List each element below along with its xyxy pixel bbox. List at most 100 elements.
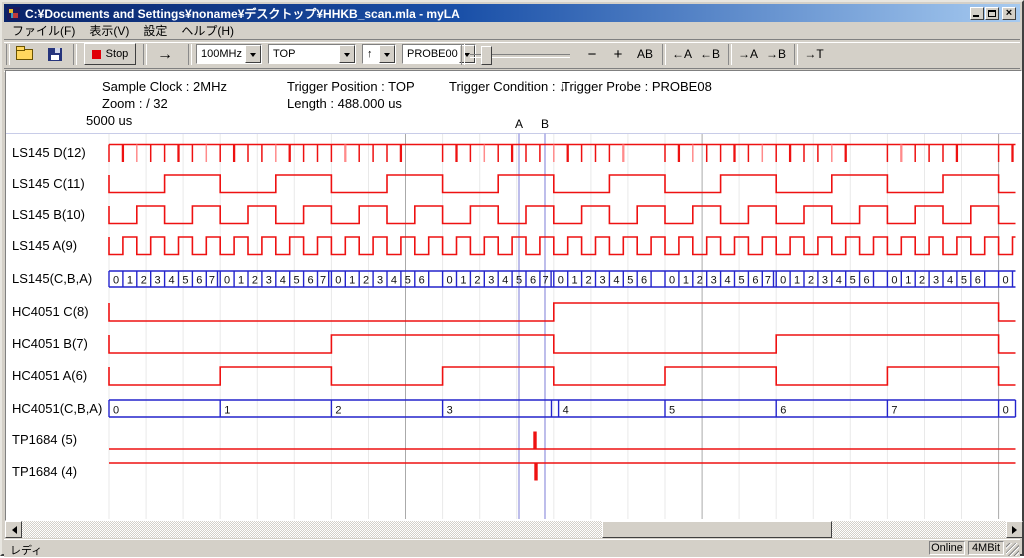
clock-combo[interactable]: 100MHz	[196, 44, 262, 64]
svg-text:4: 4	[168, 275, 174, 287]
goto-cursor-a-right-button[interactable]: →A	[734, 44, 762, 65]
close-button[interactable]: ×	[1002, 7, 1016, 20]
toolbar-grip	[6, 44, 10, 65]
divider	[73, 44, 77, 65]
save-floppy-icon	[48, 48, 62, 61]
svg-text:1: 1	[460, 275, 466, 287]
svg-text:4: 4	[725, 275, 731, 287]
svg-text:7: 7	[891, 405, 897, 417]
svg-text:4: 4	[836, 275, 842, 287]
minimize-button[interactable]	[970, 7, 984, 20]
menu-settings[interactable]: 設定	[143, 22, 167, 39]
divider	[728, 44, 732, 65]
svg-text:5: 5	[294, 275, 300, 287]
svg-text:0: 0	[1003, 405, 1009, 417]
toolbar: Stop → 100MHz TOP ↑ PROBE00 − + AB ←A ←B	[4, 41, 1020, 68]
svg-text:4: 4	[280, 275, 286, 287]
channel-trace-0	[109, 145, 1016, 163]
status-online-cell: Online	[929, 541, 965, 555]
open-file-button[interactable]	[12, 43, 37, 65]
clock-combo-dropdown[interactable]	[245, 45, 261, 63]
svg-text:3: 3	[266, 275, 272, 287]
svg-text:5: 5	[405, 275, 411, 287]
svg-text:5: 5	[182, 275, 188, 287]
app-icon	[7, 7, 20, 20]
zoom-out-button[interactable]: −	[580, 44, 604, 65]
svg-text:5: 5	[669, 405, 675, 417]
svg-text:1: 1	[349, 275, 355, 287]
trigger-edge-dropdown[interactable]	[379, 45, 395, 63]
svg-text:1: 1	[683, 275, 689, 287]
channel-trace-4: 0123456701234567012345601234567012345601…	[109, 271, 1016, 287]
goto-cursor-b-left-button[interactable]: ←B	[696, 44, 724, 65]
clock-combo-value: 100MHz	[201, 48, 242, 60]
svg-text:2: 2	[363, 275, 369, 287]
scroll-left-button[interactable]	[5, 521, 22, 538]
svg-text:4: 4	[502, 275, 508, 287]
menu-help[interactable]: ヘルプ(H)	[181, 22, 234, 39]
svg-text:3: 3	[822, 275, 828, 287]
svg-text:6: 6	[752, 275, 758, 287]
menu-file[interactable]: ファイル(F)	[12, 22, 75, 39]
svg-text:2: 2	[252, 275, 258, 287]
title-bar: C:¥Documents and Settings¥noname¥デスクトップ¥…	[4, 4, 1020, 22]
stop-square-icon	[92, 50, 101, 59]
trigger-position-combo[interactable]: TOP	[268, 44, 356, 64]
svg-text:1: 1	[224, 405, 230, 417]
channel-trace-3	[109, 237, 1016, 255]
maximize-button[interactable]	[985, 7, 999, 20]
resize-grip[interactable]	[1006, 543, 1019, 556]
svg-text:6: 6	[530, 275, 536, 287]
app-window: C:¥Documents and Settings¥noname¥デスクトップ¥…	[0, 0, 1024, 556]
svg-text:2: 2	[808, 275, 814, 287]
chevron-down-icon	[250, 53, 256, 60]
zoom-slider-thumb[interactable]	[481, 46, 492, 65]
scroll-right-button[interactable]	[1006, 521, 1023, 538]
svg-text:0: 0	[447, 275, 453, 287]
svg-text:7: 7	[320, 275, 326, 287]
svg-text:2: 2	[585, 275, 591, 287]
goto-cursor-a-left-button[interactable]: ←A	[668, 44, 696, 65]
channel-trace-8: 012345670	[109, 400, 1016, 417]
waveform-plot[interactable]: 0123456701234567012345601234567012345601…	[5, 70, 1022, 521]
trigger-probe-value: PROBE00	[407, 48, 458, 60]
window-title: C:¥Documents and Settings¥noname¥デスクトップ¥…	[25, 5, 460, 22]
svg-text:1: 1	[572, 275, 578, 287]
run-button[interactable]: →	[150, 44, 180, 65]
save-file-button[interactable]	[42, 43, 67, 65]
svg-text:6: 6	[975, 275, 981, 287]
channel-trace-6	[109, 335, 1016, 353]
menu-view[interactable]: 表示(V)	[89, 22, 129, 39]
menu-bar: ファイル(F) 表示(V) 設定 ヘルプ(H)	[4, 22, 1020, 39]
svg-text:0: 0	[335, 275, 341, 287]
svg-text:2: 2	[335, 405, 341, 417]
arrow-right-icon	[1012, 526, 1021, 534]
trigger-edge-combo[interactable]: ↑	[362, 44, 396, 64]
divider	[143, 44, 147, 65]
divider	[794, 44, 798, 65]
svg-text:4: 4	[563, 405, 569, 417]
maximize-icon	[988, 10, 996, 17]
stop-label: Stop	[106, 48, 129, 60]
svg-text:0: 0	[558, 275, 564, 287]
open-folder-icon	[16, 49, 33, 60]
svg-text:4: 4	[613, 275, 619, 287]
trigger-position-dropdown[interactable]	[339, 45, 355, 63]
stop-button[interactable]: Stop	[84, 43, 136, 65]
channel-trace-1	[109, 175, 1016, 193]
goto-cursor-b-right-button[interactable]: →B	[762, 44, 790, 65]
status-bar: レディ Online 4MBit	[4, 539, 1020, 557]
svg-text:1: 1	[127, 275, 133, 287]
horizontal-scrollbar[interactable]	[5, 521, 1023, 538]
svg-text:1: 1	[905, 275, 911, 287]
svg-text:6: 6	[864, 275, 870, 287]
zoom-in-button[interactable]: +	[606, 44, 630, 65]
svg-text:3: 3	[933, 275, 939, 287]
ab-button[interactable]: AB	[632, 44, 658, 65]
waveform-area[interactable]: Sample Clock : 2MHz Trigger Position : T…	[5, 70, 1022, 521]
svg-text:0: 0	[113, 405, 119, 417]
scrollbar-thumb[interactable]	[602, 521, 832, 538]
trigger-edge-value: ↑	[367, 48, 373, 60]
goto-trigger-button[interactable]: →T	[800, 44, 828, 65]
svg-text:5: 5	[738, 275, 744, 287]
